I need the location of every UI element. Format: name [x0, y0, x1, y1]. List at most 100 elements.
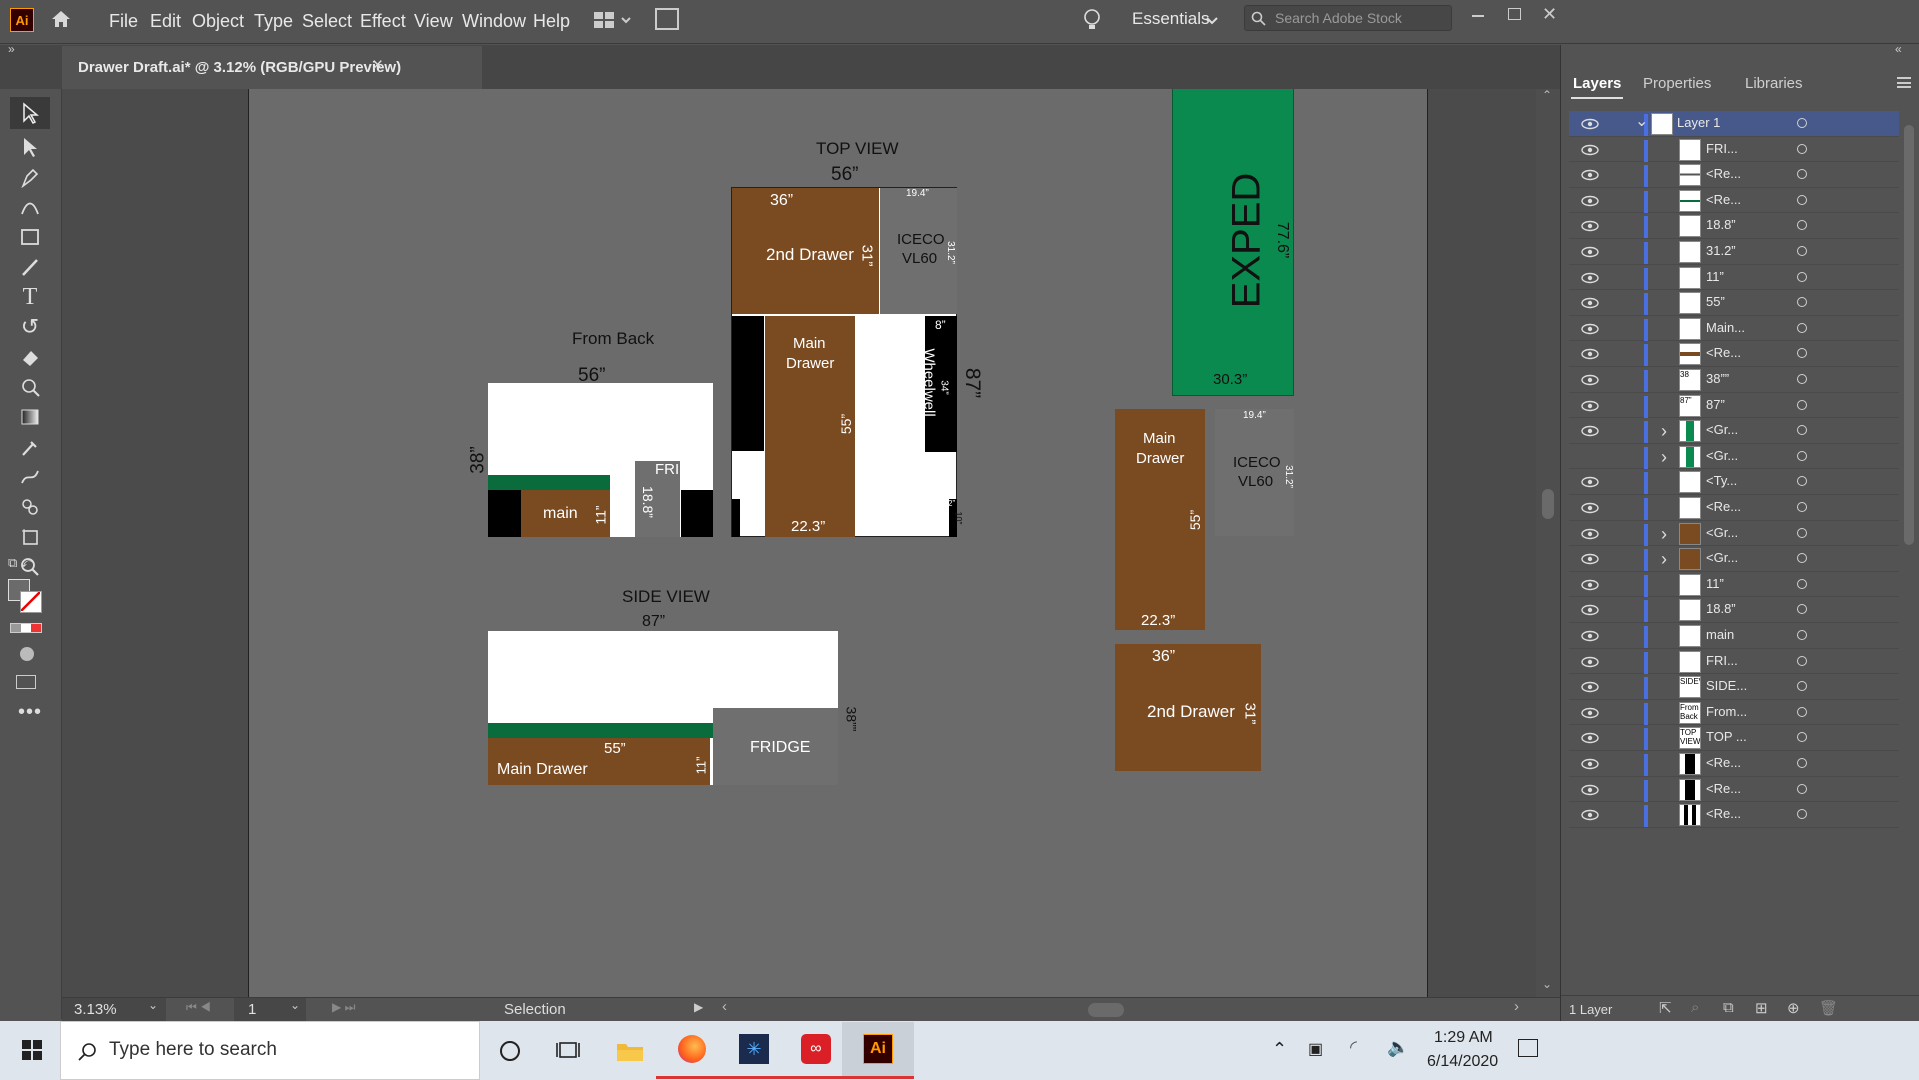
arrange-documents-icon[interactable] — [594, 11, 634, 31]
vertical-scrollbar[interactable]: ⌃ ⌄ — [1536, 88, 1560, 997]
menu-file[interactable]: File — [109, 11, 138, 32]
layer-scroll-thumb[interactable] — [1904, 125, 1914, 545]
visibility-eye-icon[interactable] — [1581, 219, 1599, 232]
layer-name[interactable]: 55” — [1706, 294, 1725, 309]
scroll-down-arrow-icon[interactable]: ⌄ — [1542, 977, 1552, 991]
puppet-warp-tool-icon[interactable] — [10, 461, 50, 493]
chevron-down-icon[interactable] — [1205, 14, 1219, 26]
eraser-tool-icon[interactable] — [10, 341, 50, 373]
target-circle-icon[interactable] — [1797, 578, 1807, 589]
first-artboard-icon[interactable]: ⏮ ◀ — [186, 1000, 211, 1015]
panel-menu-icon[interactable] — [1897, 77, 1911, 88]
target-circle-icon[interactable] — [1797, 655, 1807, 666]
target-circle-icon[interactable] — [1797, 809, 1807, 820]
chevron-right-icon[interactable]: › — [1661, 447, 1667, 468]
layer-row[interactable]: › <Gr... — [1569, 546, 1899, 572]
menu-type[interactable]: Type — [254, 11, 293, 32]
symbol-sprayer-tool-icon[interactable] — [10, 491, 50, 523]
layer-list-scrollbar[interactable] — [1901, 111, 1917, 989]
layer-row[interactable]: 18.8” — [1569, 213, 1899, 239]
target-circle-icon[interactable] — [1797, 527, 1807, 538]
visibility-eye-icon[interactable] — [1581, 245, 1599, 258]
target-circle-icon[interactable] — [1797, 630, 1807, 640]
type-tool-icon[interactable]: T — [10, 281, 50, 313]
layer-row[interactable]: 55” — [1569, 290, 1899, 316]
gpu-performance-icon[interactable] — [655, 8, 679, 30]
menu-view[interactable]: View — [414, 11, 453, 32]
visibility-eye-icon[interactable] — [1581, 578, 1599, 590]
layer-row[interactable]: <Re... — [1569, 802, 1899, 828]
layer-name[interactable]: 11” — [1706, 576, 1724, 591]
layer-name[interactable]: <Re... — [1706, 345, 1741, 360]
layer-name[interactable]: <Re... — [1706, 192, 1741, 207]
target-circle-icon[interactable] — [1797, 322, 1807, 333]
clipping-mask-icon[interactable]: ⧉ — [1723, 999, 1734, 1016]
notifications-icon[interactable] — [1518, 1039, 1538, 1057]
layer-name[interactable]: Layer 1 — [1677, 115, 1720, 130]
artboard-dropdown-icon[interactable]: ⌄ — [290, 998, 300, 1012]
rectangle-tool-icon[interactable] — [10, 221, 50, 253]
target-circle-icon[interactable] — [1797, 732, 1807, 743]
layer-name[interactable]: <Re... — [1706, 806, 1741, 821]
menu-edit[interactable]: Edit — [150, 11, 181, 32]
paintbrush-tool-icon[interactable] — [10, 251, 50, 283]
stroke-swatch[interactable] — [20, 591, 42, 613]
menu-select[interactable]: Select — [302, 11, 352, 32]
layer-name[interactable]: <Gr... — [1706, 448, 1738, 463]
visibility-eye-icon[interactable] — [1581, 117, 1599, 130]
layer-name[interactable]: 18.8” — [1706, 601, 1736, 616]
layer-row[interactable]: <Re... — [1569, 162, 1899, 188]
scroll-thumb[interactable] — [1542, 489, 1554, 519]
layer-name[interactable]: 31.2” — [1706, 243, 1736, 258]
from-back-right-block[interactable] — [681, 490, 713, 537]
illustrator-taskbar-icon[interactable]: Ai — [842, 1022, 914, 1079]
zoom-field[interactable]: 3.13% ⌄ — [62, 998, 166, 1022]
hscroll-right-icon[interactable]: › — [1514, 998, 1519, 1015]
scroll-up-arrow-icon[interactable]: ⌃ — [1542, 88, 1552, 102]
target-circle-icon[interactable] — [1797, 271, 1807, 282]
target-circle-icon[interactable] — [1797, 374, 1807, 384]
layer-name[interactable]: From... — [1706, 704, 1747, 719]
visibility-eye-icon[interactable] — [1581, 424, 1599, 437]
visibility-eye-icon[interactable] — [1581, 501, 1599, 514]
layer-name[interactable]: <Re... — [1706, 781, 1741, 796]
next-artboard-icon[interactable]: ▶ ⏭ — [332, 1000, 355, 1015]
layer-name[interactable]: <Gr... — [1706, 550, 1738, 565]
side-green-band[interactable] — [488, 723, 713, 738]
target-circle-icon[interactable] — [1797, 348, 1807, 359]
layer-name[interactable]: Main... — [1706, 320, 1745, 335]
export-icon[interactable]: ⇱ — [1659, 999, 1672, 1017]
visibility-eye-icon[interactable] — [1581, 347, 1599, 360]
target-circle-icon[interactable] — [1797, 169, 1807, 180]
layer-name[interactable]: FRI... — [1706, 653, 1738, 668]
layer-row[interactable]: SIDEVIEW SIDE... — [1569, 674, 1899, 700]
layer-row[interactable]: TOP VIEW TOP ... — [1569, 725, 1899, 751]
layer-row[interactable]: FRI... — [1569, 137, 1899, 163]
tab-libraries[interactable]: Libraries — [1745, 75, 1803, 92]
visibility-eye-icon[interactable] — [1581, 373, 1599, 386]
visibility-eye-icon[interactable] — [1581, 808, 1599, 821]
layer-row[interactable]: <Re... — [1569, 188, 1899, 214]
visibility-eye-icon[interactable] — [1581, 603, 1599, 616]
lightbulb-icon[interactable] — [1082, 8, 1102, 32]
visibility-eye-icon[interactable] — [1581, 757, 1599, 770]
artboard-tool-icon[interactable] — [10, 521, 50, 553]
visibility-eye-icon[interactable] — [1581, 552, 1599, 565]
canvas[interactable]: TOP VIEW 56” 36” 2nd Drawer 31” 19.4” IC… — [62, 89, 1536, 997]
status-menu-arrow-icon[interactable]: ▶ — [694, 1000, 703, 1014]
layer-row[interactable]: › <Gr... — [1569, 444, 1899, 470]
visibility-eye-icon[interactable] — [1581, 655, 1599, 667]
rotate-tool-icon[interactable]: ↺ — [10, 311, 50, 343]
layer-row[interactable]: From Back From... — [1569, 700, 1899, 726]
visibility-eye-icon[interactable] — [1581, 783, 1599, 795]
delete-layer-icon[interactable]: 🗑 — [1819, 999, 1838, 1017]
windows-start-icon[interactable] — [22, 1040, 42, 1060]
chevron-right-icon[interactable]: › — [1661, 524, 1667, 545]
clock-time[interactable]: 1:29 AM — [1434, 1029, 1493, 1047]
taskbar-search-box[interactable]: Type here to search — [60, 1021, 480, 1080]
stock-search-box[interactable]: Search Adobe Stock — [1244, 5, 1452, 31]
color-mode-icon[interactable] — [10, 623, 42, 633]
visibility-eye-icon[interactable] — [1581, 706, 1599, 718]
visibility-eye-icon[interactable] — [1581, 680, 1599, 693]
target-circle-icon[interactable] — [1797, 681, 1807, 692]
